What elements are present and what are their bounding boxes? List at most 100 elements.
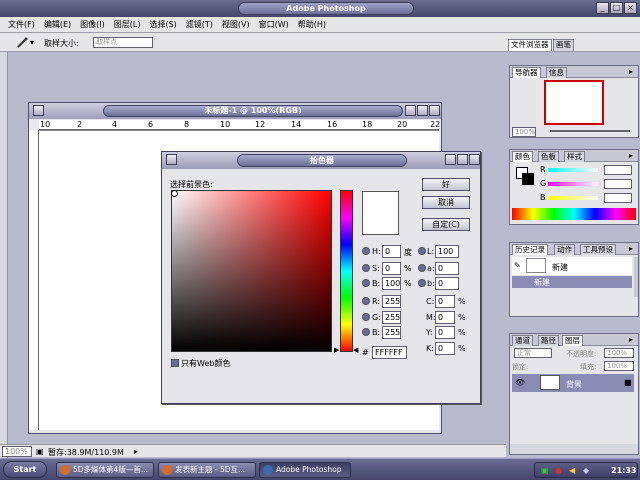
start-button[interactable]: Start (3, 461, 47, 478)
menu-window[interactable]: 窗口(W) (259, 19, 289, 30)
hue-slider-right-arrow-icon[interactable]: ◀ (353, 346, 358, 354)
custom-colors-button[interactable]: 自定(C) (422, 218, 470, 231)
history-state-row[interactable]: 新建 (512, 276, 632, 288)
field-y[interactable]: 0 (435, 326, 455, 339)
taskbar-item-forum[interactable]: 发表新主题 - 5D互... (158, 462, 256, 478)
radio-a[interactable] (418, 264, 426, 272)
eye-icon[interactable]: 👁 (515, 378, 525, 387)
field-r[interactable]: 255 (382, 295, 401, 308)
hex-field[interactable]: FFFFFF (372, 346, 407, 359)
radio-r[interactable] (362, 297, 370, 305)
navigator-zoom-slider[interactable] (550, 130, 630, 132)
menu-help[interactable]: 帮助(H) (298, 19, 326, 30)
tab-paths[interactable]: 路径 (538, 335, 559, 346)
field-m[interactable]: 0 (435, 311, 455, 324)
tab-history[interactable]: 历史记录 (512, 244, 548, 255)
document-minimize-button[interactable] (405, 105, 416, 116)
history-brush-icon[interactable]: ✎ (514, 261, 521, 270)
field-blue[interactable]: 255 (382, 326, 401, 339)
sample-size-select[interactable]: 取样点 (93, 37, 153, 48)
document-maximize-button[interactable] (417, 105, 428, 116)
zoom-field[interactable]: 100% (2, 446, 32, 457)
web-only-checkbox[interactable] (171, 359, 179, 367)
field-s[interactable]: 0 (382, 262, 401, 275)
tab-info[interactable]: 信息 (546, 67, 567, 78)
taskbar-item-5d-site[interactable]: 5D多媒体第4版—首... (56, 462, 154, 478)
field-b[interactable]: 100 (382, 277, 401, 290)
dialog-minimize-button[interactable] (445, 154, 456, 165)
fill-field[interactable]: 100% (604, 361, 634, 371)
tab-swatches[interactable]: 色板 (538, 151, 559, 162)
taskbar-item-photoshop[interactable]: Adobe Photoshop (259, 462, 351, 478)
menu-file[interactable]: 文件(F) (8, 19, 35, 30)
ok-button[interactable]: 好 (422, 178, 470, 191)
menu-edit[interactable]: 编辑(E) (44, 19, 71, 30)
minimize-button[interactable]: _ (596, 2, 609, 14)
tab-navigator[interactable]: 导航器 (512, 67, 541, 78)
tray-app-icon[interactable]: ● (555, 466, 562, 475)
navigator-view-box[interactable] (544, 80, 604, 125)
tab-color[interactable]: 颜色 (512, 151, 533, 162)
color-field[interactable] (171, 190, 332, 352)
field-g[interactable]: 255 (382, 311, 401, 324)
tab-channels[interactable]: 通道 (512, 335, 533, 346)
volume-icon[interactable]: ◀ (569, 466, 575, 475)
eyedropper-icon[interactable] (16, 37, 28, 48)
history-snapshot-row[interactable]: ✎ 新建 (512, 257, 632, 275)
radio-lab-b[interactable] (418, 279, 426, 287)
toolbox-edge[interactable] (0, 52, 8, 458)
panel-menu-icon[interactable]: ▸ (629, 151, 633, 160)
menu-image[interactable]: 图像(I) (80, 19, 105, 30)
dialog-title-bar[interactable]: 拾色器 (162, 152, 480, 169)
status-arrow-icon[interactable]: ▸ (134, 447, 138, 456)
chevron-down-icon[interactable]: ▾ (30, 38, 34, 47)
color-ramp[interactable] (512, 208, 636, 220)
radio-b[interactable] (362, 279, 370, 287)
field-lab-b[interactable]: 0 (435, 277, 459, 290)
color-field-cursor[interactable] (171, 190, 178, 197)
channel-r-field[interactable] (604, 165, 632, 175)
panel-menu-icon[interactable]: ▸ (629, 335, 633, 344)
panel-menu-icon[interactable]: ▸ (629, 67, 633, 76)
close-button[interactable]: × (624, 2, 637, 14)
channel-r-slider[interactable] (548, 168, 598, 172)
field-l[interactable]: 100 (435, 245, 459, 258)
network-icon[interactable]: ▣ (541, 466, 549, 475)
hue-slider-left-arrow-icon[interactable]: ▶ (334, 346, 339, 354)
panel-menu-icon[interactable]: ▸ (629, 244, 633, 253)
tab-brushes[interactable]: 画笔 (553, 39, 574, 51)
dialog-maximize-button[interactable] (457, 154, 468, 165)
radio-s[interactable] (362, 264, 370, 272)
channel-g-slider[interactable] (548, 182, 598, 186)
layer-row-background[interactable]: 👁 背景 ■ (512, 374, 634, 392)
channel-b-field[interactable] (604, 193, 632, 203)
hue-slider[interactable] (340, 190, 353, 352)
tab-layers[interactable]: 图层 (562, 335, 583, 346)
menu-select[interactable]: 选择(S) (149, 19, 176, 30)
tab-actions[interactable]: 动作 (554, 244, 575, 255)
field-k[interactable]: 0 (435, 342, 455, 355)
radio-h[interactable] (362, 247, 370, 255)
tab-styles[interactable]: 样式 (564, 151, 585, 162)
channel-b-slider[interactable] (548, 196, 598, 200)
radio-l[interactable] (418, 247, 426, 255)
field-a[interactable]: 0 (435, 262, 459, 275)
history-scrollbar[interactable] (634, 257, 638, 297)
document-menu-icon[interactable] (33, 105, 44, 116)
tab-tool-presets[interactable]: 工具预设 (580, 244, 616, 255)
tab-file-browser[interactable]: 文件浏览器 (508, 39, 552, 51)
field-h[interactable]: 0 (382, 245, 401, 258)
tray-misc-icon[interactable]: ◆ (583, 466, 589, 475)
radio-blue[interactable] (362, 328, 370, 336)
dialog-menu-icon[interactable] (166, 154, 177, 165)
menu-filter[interactable]: 滤镜(T) (186, 19, 213, 30)
menu-layer[interactable]: 图层(L) (114, 19, 141, 30)
document-title-bar[interactable]: 未标题-1 @ 100%(RGB) (29, 103, 441, 119)
document-close-button[interactable] (429, 105, 440, 116)
blend-mode-select[interactable]: 正常 (514, 348, 552, 358)
maximize-button[interactable]: □ (610, 2, 623, 14)
clock[interactable]: 21:33 (611, 466, 636, 475)
opacity-field[interactable]: 100% (604, 348, 634, 358)
radio-g[interactable] (362, 313, 370, 321)
navigator-zoom-field[interactable]: 100% (512, 127, 536, 137)
